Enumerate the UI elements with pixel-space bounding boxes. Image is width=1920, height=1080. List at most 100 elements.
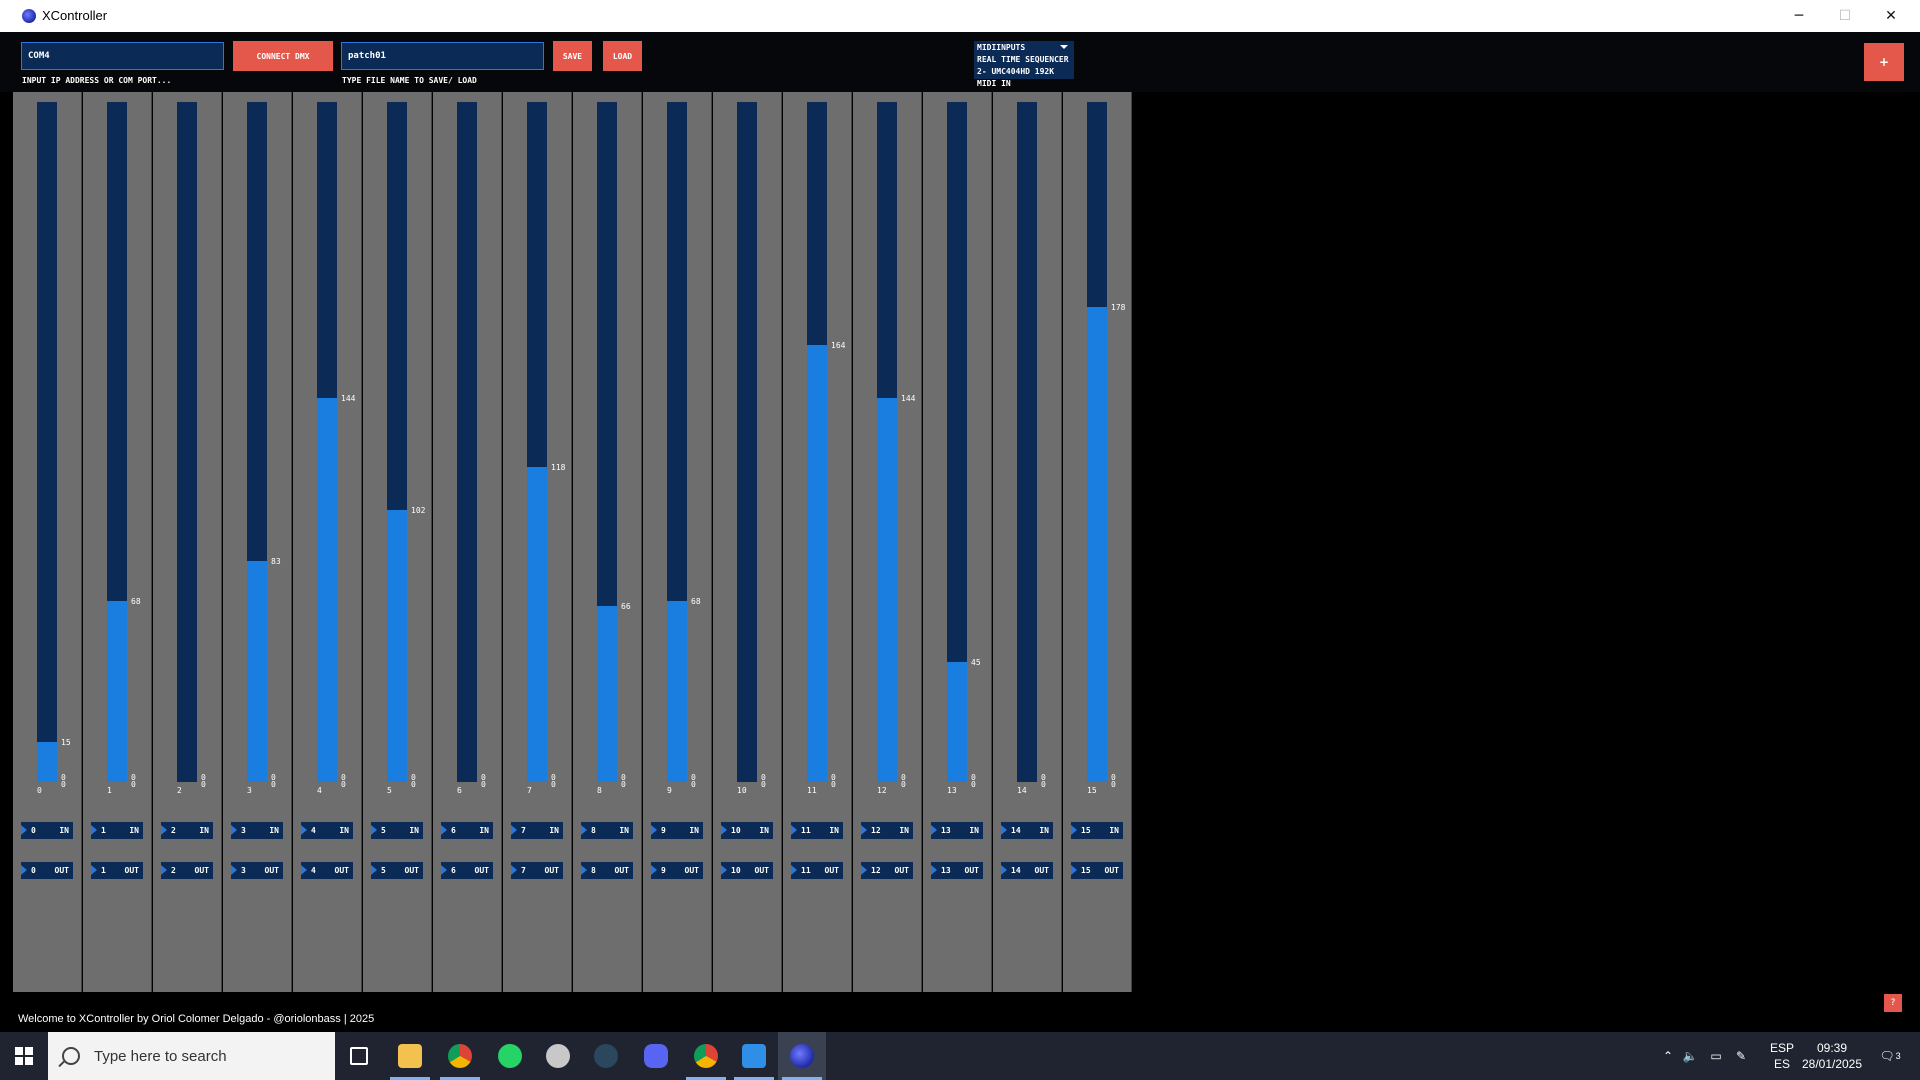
chrome-alt-icon[interactable] xyxy=(682,1032,730,1080)
channel-in-button[interactable]: 12 IN xyxy=(861,822,913,839)
port-input[interactable]: COM4 xyxy=(21,42,224,70)
channel-out-button[interactable]: 7 OUT xyxy=(511,862,563,879)
help-button[interactable]: ? xyxy=(1884,994,1902,1012)
channel-out-button[interactable]: 6 OUT xyxy=(441,862,493,879)
io-label: IN xyxy=(409,826,419,835)
channel-fader[interactable] xyxy=(387,102,407,782)
steam-icon[interactable] xyxy=(582,1032,630,1080)
xcontroller-taskbar-icon[interactable] xyxy=(778,1032,826,1080)
channel-out-button[interactable]: 13 OUT xyxy=(931,862,983,879)
close-button[interactable]: ✕ xyxy=(1868,0,1914,32)
channel-fader[interactable] xyxy=(807,102,827,782)
io-channel-number: 5 xyxy=(381,866,386,875)
discord-icon[interactable] xyxy=(632,1032,680,1080)
channel-out-button[interactable]: 11 OUT xyxy=(791,862,843,879)
clock[interactable]: 09:39 28/01/2025 xyxy=(1800,1032,1864,1080)
notification-button[interactable]: 🗨 3 xyxy=(1872,1032,1908,1080)
play-arrow-icon xyxy=(301,825,307,835)
channel-out-button[interactable]: 5 OUT xyxy=(371,862,423,879)
volume-icon[interactable]: 🔈 xyxy=(1680,1032,1700,1080)
channel-fader[interactable] xyxy=(877,102,897,782)
channel-in-button[interactable]: 0 IN xyxy=(21,822,73,839)
chevron-up-icon[interactable]: ⌃ xyxy=(1658,1032,1678,1080)
channel-strip: 118 0 0 7 7 IN 7 OUT xyxy=(503,92,572,992)
channel-fader[interactable] xyxy=(1017,102,1037,782)
channel-out-button[interactable]: 15 OUT xyxy=(1071,862,1123,879)
channel-fader[interactable] xyxy=(527,102,547,782)
channel-in-button[interactable]: 7 IN xyxy=(511,822,563,839)
channel-in-button[interactable]: 6 IN xyxy=(441,822,493,839)
clock-time: 09:39 xyxy=(1816,1041,1848,1055)
channel-fader[interactable] xyxy=(667,102,687,782)
channel-out-button[interactable]: 14 OUT xyxy=(1001,862,1053,879)
io-channel-number: 6 xyxy=(451,826,456,835)
add-button[interactable]: + xyxy=(1864,43,1904,81)
io-label: IN xyxy=(339,826,349,835)
windows-icon xyxy=(15,1047,33,1065)
channel-out-button[interactable]: 2 OUT xyxy=(161,862,213,879)
filename-input[interactable]: patch01 xyxy=(341,42,544,70)
channel-strip: 68 0 0 9 9 IN 9 OUT xyxy=(643,92,712,992)
channel-out-button[interactable]: 9 OUT xyxy=(651,862,703,879)
fader-level xyxy=(807,345,827,782)
channel-fader[interactable] xyxy=(947,102,967,782)
channel-out-button[interactable]: 10 OUT xyxy=(721,862,773,879)
channel-in-button[interactable]: 11 IN xyxy=(791,822,843,839)
channel-in-button[interactable]: 1 IN xyxy=(91,822,143,839)
language-indicator[interactable]: ESP ES xyxy=(1762,1032,1802,1080)
start-button[interactable] xyxy=(0,1032,48,1080)
channel-fader[interactable] xyxy=(597,102,617,782)
channel-fader[interactable] xyxy=(247,102,267,782)
channel-out-button[interactable]: 0 OUT xyxy=(21,862,73,879)
task-view-icon[interactable] xyxy=(335,1032,383,1080)
channel-fader[interactable] xyxy=(107,102,127,782)
channel-out-button[interactable]: 4 OUT xyxy=(301,862,353,879)
channel-in-button[interactable]: 8 IN xyxy=(581,822,633,839)
fader-level xyxy=(387,510,407,782)
maximize-button[interactable]: ☐ xyxy=(1822,0,1868,32)
whatsapp-icon[interactable] xyxy=(486,1032,534,1080)
channel-in-button[interactable]: 9 IN xyxy=(651,822,703,839)
play-arrow-icon xyxy=(441,825,447,835)
channel-in-button[interactable]: 13 IN xyxy=(931,822,983,839)
pen-icon[interactable]: ✎ xyxy=(1730,1032,1752,1080)
connect-dmx-button[interactable]: CONNECT DMX xyxy=(233,41,333,71)
channel-in-button[interactable]: 15 IN xyxy=(1071,822,1123,839)
channel-in-button[interactable]: 3 IN xyxy=(231,822,283,839)
midi-line-2: REAL TIME SEQUENCER xyxy=(977,55,1069,64)
channel-in-button[interactable]: 5 IN xyxy=(371,822,423,839)
io-channel-number: 3 xyxy=(241,826,246,835)
channel-in-button[interactable]: 14 IN xyxy=(1001,822,1053,839)
file-explorer-icon[interactable] xyxy=(386,1032,434,1080)
fader-level xyxy=(1087,307,1107,782)
channel-in-button[interactable]: 2 IN xyxy=(161,822,213,839)
blue-app-icon[interactable] xyxy=(730,1032,778,1080)
taskbar: Type here to search ⌃ 🔈 ▭ ✎ ESP ES 09:39… xyxy=(0,1032,1920,1080)
channel-out-button[interactable]: 12 OUT xyxy=(861,862,913,879)
channel-fader[interactable] xyxy=(317,102,337,782)
fader-value: 102 xyxy=(411,506,426,515)
network-icon[interactable]: ▭ xyxy=(1704,1032,1728,1080)
io-label: OUT xyxy=(894,866,909,875)
channel-index: 8 xyxy=(597,786,602,795)
midi-input-select[interactable]: MIDIINPUTS REAL TIME SEQUENCER 2- UMC404… xyxy=(974,41,1074,88)
channel-index: 14 xyxy=(1017,786,1027,795)
save-button[interactable]: SAVE xyxy=(553,41,592,71)
channel-in-button[interactable]: 10 IN xyxy=(721,822,773,839)
cloud-app-icon[interactable] xyxy=(534,1032,582,1080)
minimize-button[interactable]: ─ xyxy=(1776,0,1822,32)
io-label: OUT xyxy=(964,866,979,875)
channel-out-button[interactable]: 8 OUT xyxy=(581,862,633,879)
channel-fader[interactable] xyxy=(457,102,477,782)
taskbar-search[interactable]: Type here to search xyxy=(48,1032,335,1080)
channel-out-button[interactable]: 1 OUT xyxy=(91,862,143,879)
channel-out-button[interactable]: 3 OUT xyxy=(231,862,283,879)
channel-fader[interactable] xyxy=(37,102,57,782)
io-channel-number: 8 xyxy=(591,826,596,835)
channel-in-button[interactable]: 4 IN xyxy=(301,822,353,839)
load-button[interactable]: LOAD xyxy=(603,41,642,71)
chrome-icon[interactable] xyxy=(436,1032,484,1080)
channel-fader[interactable] xyxy=(737,102,757,782)
channel-fader[interactable] xyxy=(1087,102,1107,782)
channel-fader[interactable] xyxy=(177,102,197,782)
